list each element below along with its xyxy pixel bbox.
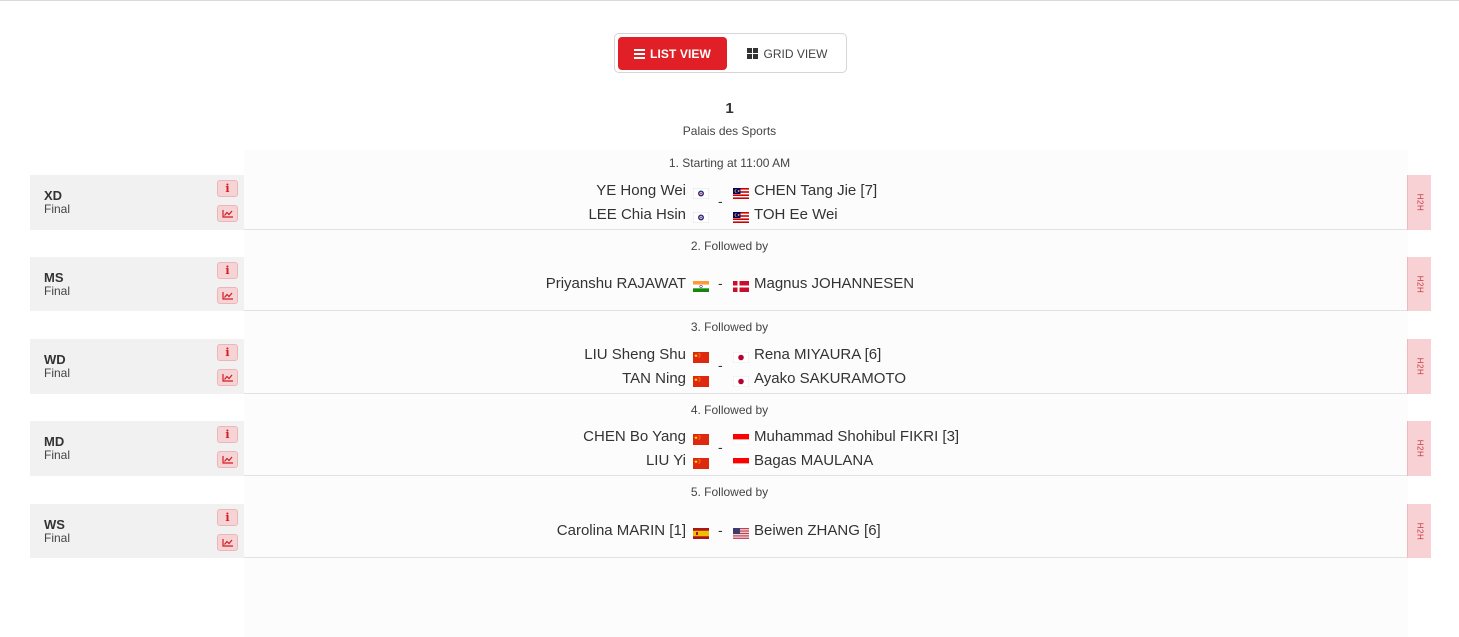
player-left[interactable]: Priyanshu RAJAWAT: [546, 275, 686, 293]
match-row: WS Final i Carolina MARIN [1] Beiwen ZHANG […: [30, 504, 1431, 558]
flag-jpn-icon: [732, 374, 750, 388]
versus-separator: -: [718, 275, 723, 291]
h2h-button[interactable]: H2H: [1407, 339, 1431, 394]
flag-den-icon: [733, 279, 749, 292]
flag-usa-icon: [733, 526, 749, 539]
event-code: WS: [44, 517, 65, 532]
event-box: MD Final i: [30, 421, 244, 476]
player-left[interactable]: CHEN Bo Yang: [583, 428, 686, 446]
versus-separator: -: [718, 439, 723, 455]
player-left[interactable]: LIU Sheng Shu: [584, 346, 686, 364]
match-row: MS Final i Priyanshu RAJAWAT Magnus JOHANNES…: [30, 257, 1431, 311]
flag-chn-icon: [693, 374, 709, 387]
slot-label: 5. Followed by: [690, 485, 769, 499]
flag-mas-icon: [733, 186, 749, 199]
row-divider: [244, 475, 1407, 476]
info-icon[interactable]: i: [217, 180, 238, 197]
event-round: Final: [44, 366, 71, 380]
player-left[interactable]: TAN Ning: [622, 370, 686, 388]
player-right[interactable]: Ayako SAKURAMOTO: [754, 370, 906, 388]
flag-ina-icon: [732, 432, 750, 446]
flag-chn-icon: [693, 456, 709, 469]
info-icon[interactable]: i: [217, 426, 238, 443]
flag-mas-icon: [733, 210, 749, 223]
player-left[interactable]: LIU Yi: [646, 452, 686, 470]
event-round: Final: [44, 284, 71, 298]
info-icon[interactable]: i: [217, 509, 238, 526]
top-divider: [0, 0, 1459, 1]
slot-label: 3. Followed by: [690, 320, 769, 334]
match-row: WD Final i LIU Sheng Shu Rena MIYAURA [6] TAN…: [30, 339, 1431, 394]
h2h-label: H2H: [1414, 522, 1424, 540]
h2h-button[interactable]: H2H: [1407, 257, 1431, 311]
event-box: WD Final i: [30, 339, 244, 394]
slot-label: 4. Followed by: [690, 403, 769, 417]
grid-icon: [747, 48, 759, 59]
event-round: Final: [44, 202, 71, 216]
event-code: WD: [44, 352, 66, 367]
court-name: Palais des Sports: [682, 124, 777, 138]
list-view-button[interactable]: LIST VIEW: [618, 37, 727, 70]
info-icon[interactable]: i: [217, 344, 238, 361]
view-toggle: LIST VIEW GRID VIEW: [614, 33, 847, 73]
flag-ina-icon: [732, 456, 750, 470]
h2h-label: H2H: [1414, 193, 1424, 212]
h2h-button[interactable]: H2H: [1407, 421, 1431, 476]
event-box: WS Final i: [30, 504, 244, 558]
stats-icon[interactable]: [217, 287, 238, 304]
stats-icon[interactable]: [217, 205, 238, 222]
info-icon[interactable]: i: [217, 262, 238, 279]
player-right[interactable]: Beiwen ZHANG [6]: [754, 522, 881, 540]
match-row: XD Final i YE Hong Wei CHEN Tang Jie [7] LEE …: [30, 175, 1431, 230]
player-right[interactable]: Rena MIYAURA [6]: [754, 346, 881, 364]
player-left[interactable]: Carolina MARIN [1]: [557, 522, 686, 540]
court-number: 1: [725, 100, 734, 117]
event-box: XD Final i: [30, 175, 244, 230]
row-divider: [244, 557, 1407, 558]
h2h-button[interactable]: H2H: [1407, 175, 1431, 230]
slot-label: 1. Starting at 11:00 AM: [668, 156, 791, 170]
grid-view-label: GRID VIEW: [763, 46, 828, 61]
row-divider: [244, 229, 1407, 230]
versus-separator: -: [718, 357, 723, 373]
versus-separator: -: [718, 193, 723, 209]
h2h-button[interactable]: H2H: [1407, 504, 1431, 558]
stats-icon[interactable]: [217, 451, 238, 468]
player-right[interactable]: Magnus JOHANNESEN: [754, 275, 914, 293]
player-right[interactable]: Muhammad Shohibul FIKRI [3]: [754, 428, 959, 446]
grid-view-button[interactable]: GRID VIEW: [731, 37, 844, 70]
row-divider: [244, 393, 1407, 394]
list-icon: [634, 49, 646, 59]
player-left[interactable]: YE Hong Wei: [596, 182, 686, 200]
h2h-label: H2H: [1414, 439, 1424, 458]
flag-chn-icon: [693, 350, 709, 363]
stats-icon[interactable]: [217, 369, 238, 386]
event-box: MS Final i: [30, 257, 244, 311]
event-code: MD: [44, 434, 65, 449]
event-round: Final: [44, 448, 71, 462]
row-divider: [244, 310, 1407, 311]
player-right[interactable]: Bagas MAULANA: [754, 452, 873, 470]
player-left[interactable]: LEE Chia Hsin: [588, 206, 686, 224]
flag-tpe-icon: [692, 210, 710, 224]
h2h-label: H2H: [1414, 275, 1424, 293]
match-row: MD Final i CHEN Bo Yang Muhammad Shohibul FI…: [30, 421, 1431, 476]
flag-chn-icon: [693, 432, 709, 445]
flag-esp-icon: [693, 526, 709, 539]
event-code: XD: [44, 188, 63, 203]
h2h-label: H2H: [1414, 357, 1424, 376]
player-right[interactable]: CHEN Tang Jie [7]: [754, 182, 877, 200]
flag-ind-icon: [693, 279, 709, 292]
list-view-label: LIST VIEW: [650, 46, 711, 61]
event-round: Final: [44, 531, 71, 545]
slot-label: 2. Followed by: [690, 239, 769, 253]
flag-jpn-icon: [732, 350, 750, 364]
versus-separator: -: [718, 522, 723, 538]
player-right[interactable]: TOH Ee Wei: [754, 206, 838, 224]
stats-icon[interactable]: [217, 534, 238, 551]
flag-tpe-icon: [692, 186, 710, 200]
event-code: MS: [44, 270, 64, 285]
